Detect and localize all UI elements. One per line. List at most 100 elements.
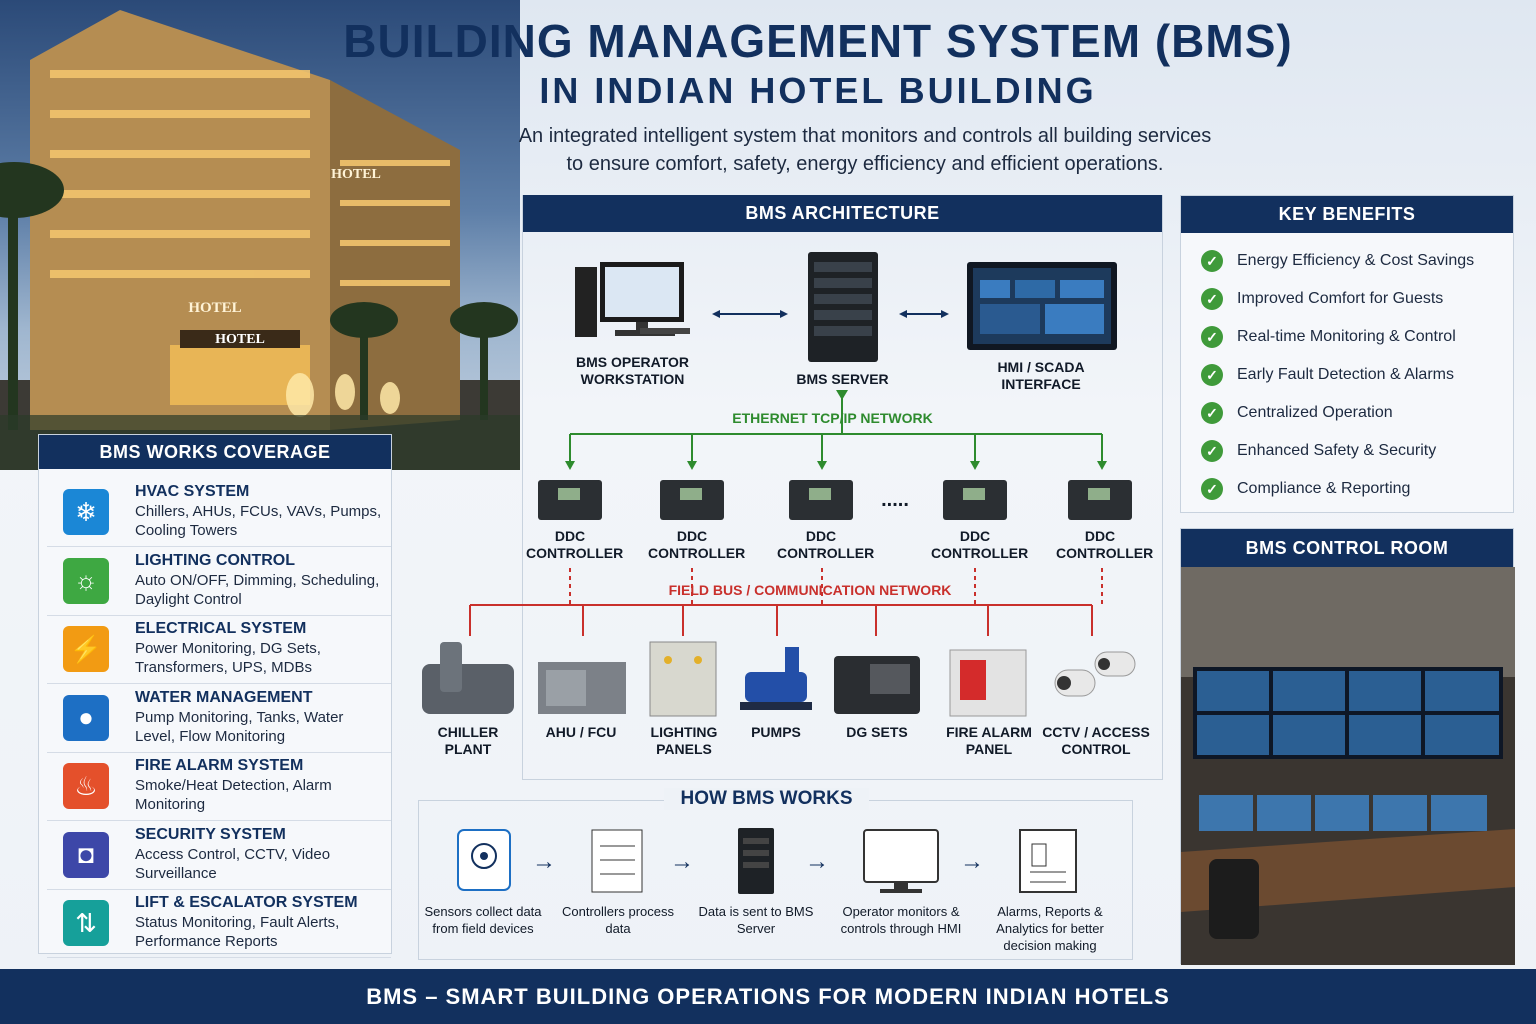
snowflake-icon: ❄ <box>63 489 109 535</box>
workstation-label: BMS OPERATOR WORKSTATION <box>575 354 690 387</box>
lighting-panel-icon <box>649 641 717 717</box>
coverage-title: BMS WORKS COVERAGE <box>39 435 391 469</box>
coverage-item-title: WATER MANAGEMENT <box>135 688 313 706</box>
benefit-label: Energy Efficiency & Cost Savings <box>1237 252 1475 269</box>
dg-set-icon <box>834 656 920 714</box>
connector-server-hmi <box>899 310 949 318</box>
step-arrow-2: → <box>670 848 694 875</box>
key-benefits-title: KEY BENEFITS <box>1181 196 1513 233</box>
check-icon: ✓ <box>1201 440 1223 462</box>
benefit-label: Real-time Monitoring & Control <box>1237 328 1456 345</box>
fieldbus-lines <box>469 568 1103 636</box>
how-bms-works-title: HOW BMS WORKS <box>664 788 869 810</box>
coverage-item-desc: Access Control, CCTV, Video Surveillance <box>135 845 331 882</box>
ddc-controller-label-1: DDC CONTROLLER <box>526 528 624 561</box>
coverage-item-desc: Auto ON/OFF, Dimming, Scheduling, Daylig… <box>135 571 380 608</box>
coverage-panel: BMS WORKS COVERAGE ❄ HVAC SYSTEM Chiller… <box>38 434 392 958</box>
control-room-photo <box>1181 567 1515 965</box>
plug-icon: ⚡ <box>63 626 109 672</box>
benefit-label: Centralized Operation <box>1237 404 1393 421</box>
server-icon <box>808 252 878 362</box>
how-step-caption: Data is sent to BMS Server <box>698 904 814 936</box>
step-arrow-1: → <box>532 848 556 875</box>
elevator-icon: ⇅ <box>63 900 109 946</box>
control-room-panel: BMS CONTROL ROOM <box>1180 528 1515 965</box>
coverage-item: ⚡ ELECTRICAL SYSTEM Power Monitoring, DG… <box>47 616 391 684</box>
water-drop-icon: ● <box>63 694 109 741</box>
benefit-label: Improved Comfort for Guests <box>1237 290 1444 307</box>
coverage-item-title: LIFT & ESCALATOR SYSTEM <box>135 894 358 911</box>
how-step-caption: Controllers process data <box>562 904 674 936</box>
equipment-label: AHU / FCU <box>545 724 617 740</box>
controller-diagram-icon <box>591 829 643 893</box>
equipment-label: DG SETS <box>846 724 908 740</box>
coverage-item-desc: Power Monitoring, DG Sets, Transformers,… <box>135 640 321 676</box>
coverage-item-title: LIGHTING CONTROL <box>135 551 295 569</box>
pump-icon <box>740 647 812 710</box>
hmi-screen-icon <box>967 262 1117 350</box>
how-step-caption: Operator monitors & controls through HMI <box>840 904 962 936</box>
check-icon: ✓ <box>1201 364 1223 386</box>
coverage-item: ⇅ LIFT & ESCALATOR SYSTEM Status Monitor… <box>47 890 391 958</box>
workstation-icon <box>575 262 690 337</box>
architecture-diagram <box>422 252 1136 717</box>
coverage-item: ● WATER MANAGEMENT Pump Monitoring, Tank… <box>47 685 391 753</box>
lightbulb-icon: ☼ <box>63 557 109 604</box>
check-icon: ✓ <box>1201 402 1223 424</box>
coverage-item-desc: Chillers, AHUs, FCUs, VAVs, Pumps, Cooli… <box>135 503 382 539</box>
check-icon: ✓ <box>1201 478 1223 500</box>
hotel-sign-top: HOTEL <box>331 167 381 182</box>
benefit-item: ✓ Real-time Monitoring & Control <box>1201 324 1456 350</box>
description-line-2: to ensure comfort, safety, energy effici… <box>566 153 1164 175</box>
description-line-1: An integrated intelligent system that mo… <box>518 125 1212 147</box>
equipment-label: LIGHTING PANELS <box>650 724 718 757</box>
page-subtitle: IN INDIAN HOTEL BUILDING <box>539 70 1097 111</box>
fire-alarm-panel-icon <box>949 649 1027 717</box>
ddc-controller-label-4: DDC CONTROLLER <box>931 528 1029 561</box>
server-small-icon <box>738 828 774 894</box>
ddc-controller-label-3: DDC CONTROLLER <box>777 528 875 561</box>
cctv-icon: ◘ <box>63 831 109 878</box>
benefit-item: ✓ Centralized Operation <box>1201 400 1393 426</box>
step-arrow-4: → <box>960 848 984 875</box>
how-step-caption: Alarms, Reports & Analytics for better d… <box>996 904 1104 953</box>
coverage-item: ◘ SECURITY SYSTEM Access Control, CCTV, … <box>47 822 391 890</box>
equipment-label: CHILLER PLANT <box>437 724 499 757</box>
coverage-item: ❄ HVAC SYSTEM Chillers, AHUs, FCUs, VAVs… <box>47 479 391 547</box>
hotel-sign-entrance: HOTEL <box>215 332 265 347</box>
more-controllers-ellipsis: ..... <box>881 489 909 511</box>
coverage-item: ☼ LIGHTING CONTROL Auto ON/OFF, Dimming,… <box>47 548 391 616</box>
equipment-label: CCTV / ACCESS CONTROL <box>1042 724 1150 757</box>
equipment-label: PUMPS <box>751 724 801 740</box>
benefit-label: Enhanced Safety & Security <box>1237 442 1437 459</box>
coverage-item-desc: Status Monitoring, Fault Alerts, Perform… <box>135 914 340 950</box>
how-step-caption: Sensors collect data from field devices <box>424 904 542 936</box>
report-icon <box>1019 829 1077 893</box>
coverage-item-desc: Smoke/Heat Detection, Alarm Monitoring <box>135 777 332 813</box>
sensor-icon <box>457 829 511 891</box>
coverage-item-desc: Pump Monitoring, Tanks, Water Level, Flo… <box>135 708 344 745</box>
check-icon: ✓ <box>1201 250 1223 272</box>
coverage-item-title: ELECTRICAL SYSTEM <box>135 620 307 637</box>
footer-banner: BMS – SMART BUILDING OPERATIONS FOR MODE… <box>0 969 1536 1024</box>
step-arrow-3: → <box>805 848 829 875</box>
page-description: An integrated intelligent system that mo… <box>400 122 1330 178</box>
server-label: BMS SERVER <box>796 371 889 387</box>
chiller-plant-icon <box>422 642 514 714</box>
benefit-item: ✓ Improved Comfort for Guests <box>1201 286 1443 312</box>
cctv-icon <box>1054 651 1136 697</box>
ethernet-label: ETHERNET TCP/IP NETWORK <box>732 410 933 426</box>
benefit-label: Compliance & Reporting <box>1237 480 1411 497</box>
coverage-item-title: SECURITY SYSTEM <box>135 825 286 843</box>
page-title: BUILDING MANAGEMENT SYSTEM (BMS) <box>343 15 1293 67</box>
connector-ws-server <box>712 310 788 318</box>
benefit-label: Early Fault Detection & Alarms <box>1237 366 1454 383</box>
coverage-item-title: FIRE ALARM SYSTEM <box>135 757 304 774</box>
check-icon: ✓ <box>1201 288 1223 310</box>
benefit-item: ✓ Early Fault Detection & Alarms <box>1201 362 1454 388</box>
operator-monitor-icon <box>863 829 939 893</box>
ethernet-network-lines <box>565 390 1107 470</box>
ddc-controller-icons <box>538 480 1132 520</box>
equipment-label: FIRE ALARM PANEL <box>946 724 1032 757</box>
benefit-item: ✓ Compliance & Reporting <box>1201 476 1410 502</box>
